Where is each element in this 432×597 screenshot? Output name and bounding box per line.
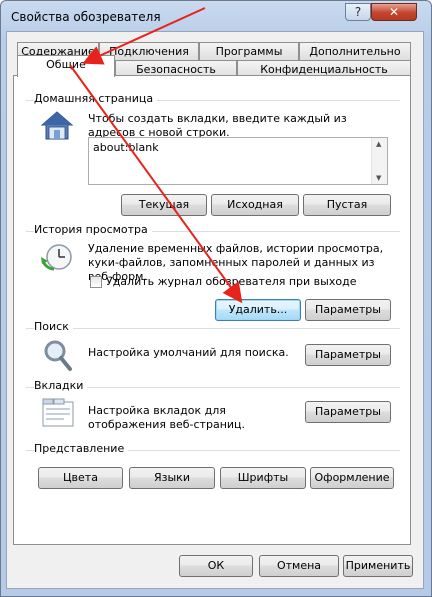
window-title: Свойства обозревателя <box>11 10 161 24</box>
house-icon <box>40 110 74 145</box>
ok-button[interactable]: ОК <box>179 555 253 577</box>
search-settings-button[interactable]: Параметры <box>305 344 391 366</box>
delete-on-exit-checkbox[interactable] <box>90 276 102 288</box>
tab-programs[interactable]: Программы <box>199 42 299 60</box>
delete-history-button[interactable]: Удалить... <box>215 299 301 321</box>
scroll-down-icon[interactable]: ▼ <box>376 174 381 182</box>
tab-advanced[interactable]: Дополнительно <box>299 42 411 60</box>
use-current-button[interactable]: Текущая <box>121 194 207 216</box>
tabs-group-title: Вкладки <box>34 379 88 392</box>
title-bar[interactable]: Свойства обозревателя ? ✕ <box>1 1 431 35</box>
tabs-window-icon <box>42 398 74 431</box>
delete-on-exit-label[interactable]: Удалить журнал обозревателя при выходе <box>106 275 356 289</box>
url-scrollbar[interactable]: ▲ ▼ <box>371 138 387 184</box>
apply-button[interactable]: Применить <box>343 555 413 577</box>
history-settings-button[interactable]: Параметры <box>305 299 391 321</box>
scroll-up-icon[interactable]: ▲ <box>376 140 381 148</box>
search-group-divider <box>26 328 400 329</box>
tabs-settings-button[interactable]: Параметры <box>305 401 391 423</box>
cancel-button[interactable]: Отмена <box>259 555 339 577</box>
colors-button[interactable]: Цвета <box>38 467 123 489</box>
tabs-description: Настройка вкладок для отображения веб-ст… <box>88 404 246 431</box>
search-group-title: Поиск <box>34 320 73 333</box>
use-default-button[interactable]: Исходная <box>211 194 299 216</box>
history-group-title: История просмотра <box>34 223 152 236</box>
accessibility-button[interactable]: Оформление <box>310 467 394 489</box>
general-tab-panel: Домашняя страница Чтобы создать вкладки,… <box>13 75 411 545</box>
search-description: Настройка умолчаний для поиска. <box>88 346 289 359</box>
appearance-group-title: Представление <box>34 442 129 455</box>
languages-button[interactable]: Языки <box>129 467 215 489</box>
home-url-value: about:blank <box>93 141 159 154</box>
home-url-field[interactable]: about:blank ▲ ▼ <box>88 137 388 185</box>
close-button[interactable]: ✕ <box>371 3 417 21</box>
fonts-button[interactable]: Шрифты <box>220 467 306 489</box>
help-button[interactable]: ? <box>345 3 371 21</box>
home-description: Чтобы создать вкладки, введите каждый из… <box>88 112 347 139</box>
use-blank-button[interactable]: Пустая <box>303 194 391 216</box>
tab-general[interactable]: Общие <box>17 55 115 77</box>
home-group-title: Домашняя страница <box>34 92 158 105</box>
clock-arrow-icon <box>40 241 74 276</box>
magnifier-icon <box>42 338 74 375</box>
